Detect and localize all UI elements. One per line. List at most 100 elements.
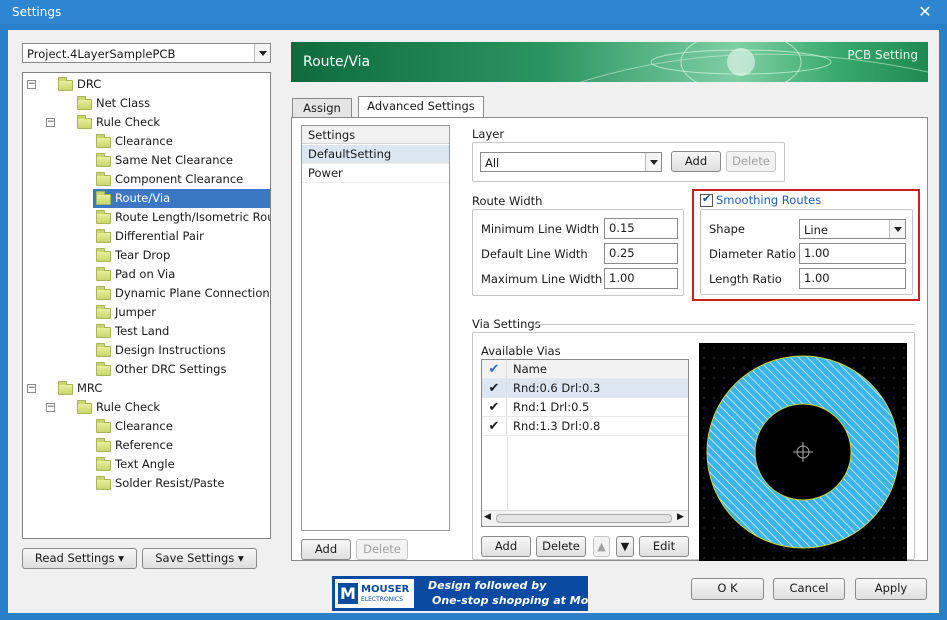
table-row[interactable]: ✔ Rnd:1 Drl:0.5	[482, 398, 688, 417]
save-settings-button[interactable]: Save Settings ▾	[142, 548, 257, 569]
tree-item[interactable]: DRC	[75, 75, 105, 94]
check-icon[interactable]: ✔	[482, 398, 507, 416]
tree-item[interactable]: Clearance	[113, 132, 177, 151]
ok-button[interactable]: O K	[691, 578, 764, 600]
tree-item[interactable]: Reference	[113, 436, 177, 455]
tree-item[interactable]: Route Length/Isometric Routing	[113, 208, 270, 227]
tree-item-label: Component Clearance	[115, 172, 244, 186]
layer-delete-button[interactable]: Delete	[726, 151, 776, 172]
min-line-width-field[interactable]: 0.15	[604, 218, 678, 239]
tree-item[interactable]: Solder Resist/Paste	[113, 474, 228, 493]
tree-item-label: Jumper	[115, 305, 156, 319]
folder-icon	[96, 248, 111, 262]
save-settings-label: Save Settings	[155, 551, 235, 565]
horizontal-scrollbar[interactable]: ◀ ▶	[482, 510, 688, 526]
tree-item[interactable]: Tear Drop	[113, 246, 174, 265]
tree-item[interactable]: Net Class	[94, 94, 154, 113]
tree-item[interactable]: Route/Via	[93, 189, 270, 208]
tree-item[interactable]: Differential Pair	[113, 227, 208, 246]
folder-icon	[77, 96, 92, 110]
project-select[interactable]: Project.4LayerSamplePCB	[22, 43, 271, 63]
tree-item-label: Test Land	[115, 324, 170, 338]
default-line-width-field[interactable]: 0.25	[604, 243, 678, 264]
tree-item[interactable]: Dynamic Plane Connection	[113, 284, 270, 303]
tree-item[interactable]: Test Land	[113, 322, 173, 341]
smoothing-routes-checkbox[interactable]	[700, 192, 713, 207]
tree-item[interactable]: Component Clearance	[113, 170, 247, 189]
via-add-button[interactable]: Add	[481, 536, 531, 557]
tree-item[interactable]: Same Net Clearance	[113, 151, 237, 170]
tree-item-label: Route Length/Isometric Routing	[115, 210, 270, 224]
move-down-icon[interactable]: ▼	[616, 536, 634, 557]
tree-item[interactable]: Pad on Via	[113, 265, 179, 284]
collapse-icon[interactable]: −	[27, 80, 36, 89]
tree-item[interactable]: Clearance	[113, 417, 177, 436]
diameter-ratio-field[interactable]: 1.00	[799, 243, 906, 264]
tree-item[interactable]: Rule Check	[94, 113, 164, 132]
via-settings-group-label: Via Settings	[472, 317, 541, 331]
tree-item-label: Text Angle	[115, 457, 175, 471]
shape-select[interactable]: Line	[799, 219, 906, 239]
via-settings-divider	[533, 324, 915, 325]
folder-icon	[96, 419, 111, 433]
mouser-ad-banner[interactable]: M MOUSER ELECTRONICS Design followed by …	[332, 576, 588, 611]
tree-item[interactable]: MRC	[75, 379, 106, 398]
settings-tree[interactable]: DRC − Net Class Rule Check − Clearance Same Ne…	[22, 72, 271, 539]
layer-select[interactable]: All	[480, 152, 662, 172]
settings-list[interactable]: Settings DefaultSetting Power	[301, 125, 450, 531]
via-name: Rnd:1.3 Drl:0.8	[513, 419, 601, 433]
settings-add-button[interactable]: Add	[301, 539, 351, 560]
available-vias-label: Available Vias	[481, 344, 561, 358]
close-icon[interactable]: ✕	[911, 2, 939, 22]
list-item[interactable]: Power	[302, 164, 449, 183]
chevron-down-icon[interactable]	[889, 220, 905, 238]
list-item[interactable]: DefaultSetting	[302, 145, 449, 164]
tab-assign[interactable]: Assign	[292, 98, 352, 117]
read-settings-button[interactable]: Read Settings ▾	[22, 548, 137, 569]
tree-item[interactable]: Text Angle	[113, 455, 179, 474]
tree-item[interactable]: Design Instructions	[113, 341, 230, 360]
cancel-button[interactable]: Cancel	[773, 578, 845, 600]
table-row[interactable]: ✔ Rnd:1.3 Drl:0.8	[482, 417, 688, 436]
folder-icon	[58, 381, 73, 395]
tree-item[interactable]: Other DRC Settings	[113, 360, 230, 379]
tree-item[interactable]: Jumper	[113, 303, 160, 322]
folder-icon	[96, 476, 111, 490]
scroll-right-icon[interactable]: ▶	[677, 512, 684, 522]
available-vias-grid[interactable]: ✔ Name ✔ Rnd:0.6 Drl:0.3 ✔ Rnd:1 Drl:0.5…	[481, 359, 689, 527]
check-icon[interactable]: ✔	[482, 417, 507, 435]
table-row[interactable]: ✔ Rnd:0.6 Drl:0.3	[482, 379, 688, 398]
apply-button[interactable]: Apply	[855, 578, 927, 600]
via-edit-button[interactable]: Edit	[639, 536, 689, 557]
collapse-icon[interactable]: −	[46, 118, 55, 127]
check-icon[interactable]: ✔	[482, 379, 507, 397]
banner-caption: PCB Setting	[847, 48, 918, 62]
chevron-down-icon[interactable]	[254, 44, 270, 62]
smoothing-routes-label[interactable]: Smoothing Routes	[716, 193, 821, 207]
layer-add-button[interactable]: Add	[671, 151, 721, 172]
scrollbar-thumb[interactable]	[496, 514, 672, 523]
collapse-icon[interactable]: −	[46, 403, 55, 412]
max-line-width-field[interactable]: 1.00	[604, 268, 678, 289]
folder-icon	[96, 172, 111, 186]
tree-item-label: DRC	[77, 77, 102, 91]
chevron-down-icon[interactable]	[645, 153, 661, 171]
tree-item-label: Pad on Via	[115, 267, 176, 281]
ad-line-1: Design followed by	[428, 579, 547, 592]
tree-item[interactable]: Rule Check	[94, 398, 164, 417]
settings-delete-button[interactable]: Delete	[356, 539, 408, 560]
read-settings-label: Read Settings	[34, 551, 115, 565]
project-select-value: Project.4LayerSamplePCB	[27, 47, 176, 61]
layer-group-label: Layer	[472, 127, 505, 141]
tab-advanced-settings[interactable]: Advanced Settings	[358, 96, 484, 117]
length-ratio-field[interactable]: 1.00	[799, 268, 906, 289]
collapse-icon[interactable]: −	[27, 384, 36, 393]
default-line-width-label: Default Line Width	[481, 247, 588, 261]
page-title: Route/Via	[303, 54, 371, 70]
move-up-icon[interactable]: ▲	[593, 536, 610, 557]
mouser-logo: M MOUSER ELECTRONICS	[335, 579, 414, 608]
scroll-left-icon[interactable]: ◀	[484, 512, 491, 522]
via-delete-button[interactable]: Delete	[536, 536, 586, 557]
via-preview-drawing	[699, 343, 907, 561]
select-all-check-icon[interactable]: ✔	[482, 360, 507, 378]
